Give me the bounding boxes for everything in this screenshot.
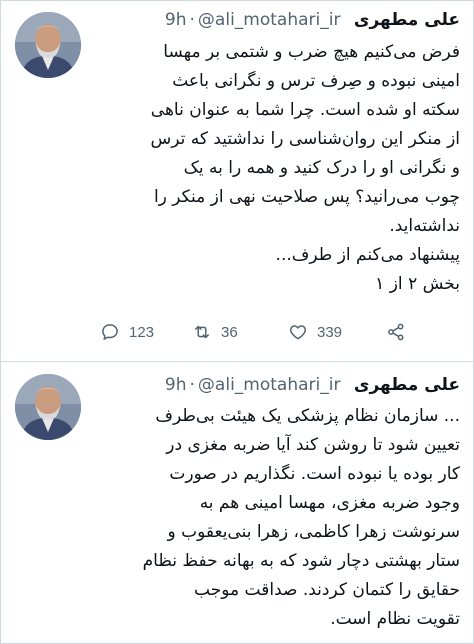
tweet-header: علی مطهری @ali_motahari_ir·9h — [165, 373, 460, 397]
like-button[interactable]: 339 — [288, 318, 342, 346]
tweet-header: علی مطهری @ali_motahari_ir·9h — [165, 8, 460, 32]
tweet-text-line: وجود ضربه مغزی، مهسا امینی هم به — [199, 493, 460, 513]
tweet-text-line: ستار بهشتی دچار شود که به بهانه حفظ نظام — [142, 551, 460, 571]
tweet-text-line: ... سازمان نظام پزشکی یک هیئت بی‌طرف — [155, 406, 460, 426]
tweet-text-line: تقویت نظام است. — [330, 609, 460, 629]
like-icon — [289, 325, 307, 340]
avatar-portrait — [15, 12, 81, 78]
tweet-text: فرض می‌کنیم هیچ ضرب و شتمی بر مهسا امینی… — [100, 38, 460, 299]
avatar-portrait — [15, 374, 81, 440]
tweet-time[interactable]: 9h — [165, 10, 187, 30]
tweet-1[interactable]: علی مطهری @ali_motahari_ir·9h فرض می‌کنی… — [0, 0, 474, 362]
retweet-count: 36 — [221, 323, 238, 341]
tweet-time[interactable]: 9h — [165, 375, 187, 395]
retweet-icon — [195, 325, 209, 339]
author-name[interactable]: علی مطهری — [354, 375, 460, 395]
tweet-text: ... سازمان نظام پزشکی یک هیئت بی‌طرف تعی… — [100, 402, 460, 634]
author-handle[interactable]: @ali_motahari_ir — [198, 10, 341, 30]
author-avatar[interactable] — [15, 12, 81, 78]
share-button[interactable] — [386, 318, 415, 346]
tweet-text-line: از منکر این روان‌شناسی را نداشتید که ترس — [150, 129, 460, 149]
tweet-text-line: بخش ۲ از ۱ — [375, 274, 460, 294]
tweet-text-line: تعیین شود تا روشن کند آیا ضربه مغزی در — [166, 435, 460, 455]
tweet-text-line: نداشته‌اید. — [389, 216, 460, 236]
author-avatar[interactable] — [15, 374, 81, 440]
tweet-text-line: سکته او شده است. چرا شما به عنوان ناهی — [150, 100, 460, 120]
tweet-text-line: حقایق را کتمان کردند. صداقت موجب — [194, 580, 460, 600]
separator-dot: · — [189, 10, 195, 30]
tweet-text-line: فرض می‌کنیم هیچ ضرب و شتمی بر مهسا — [163, 42, 460, 62]
share-icon — [388, 323, 404, 341]
tweet-2[interactable]: علی مطهری @ali_motahari_ir·9h ... سازمان… — [0, 362, 474, 644]
tweet-actions: 123 36 339 — [100, 318, 430, 346]
like-count: 339 — [317, 323, 343, 341]
tweet-text-line[interactable]: پیشنهاد می‌کنم از طرف... — [100, 241, 460, 270]
tweet-text-line: امینی نبوده و صِرف ترس و نگرانی باعث — [172, 71, 460, 91]
separator-dot: · — [189, 375, 195, 395]
retweet-button[interactable]: 36 — [192, 318, 238, 346]
reply-count: 123 — [129, 323, 155, 341]
tweet-text-line: کار بوده یا نبوده است. نگذاریم در صورت — [169, 464, 460, 484]
tweet-text-line: چوب می‌رانید؟ پس صلاحیت نهی از منکر را — [153, 187, 460, 207]
reply-button[interactable]: 123 — [100, 318, 154, 346]
tweet-text-line: سرنوشت زهرا کاظمی، زهرا بنی‌یعقوب و — [167, 522, 461, 542]
author-name[interactable]: علی مطهری — [354, 10, 460, 30]
tweet-text-line: و نگرانی او را درک کنید و همه را به یک — [183, 158, 460, 178]
author-handle[interactable]: @ali_motahari_ir — [198, 375, 341, 395]
reply-icon — [102, 324, 118, 340]
